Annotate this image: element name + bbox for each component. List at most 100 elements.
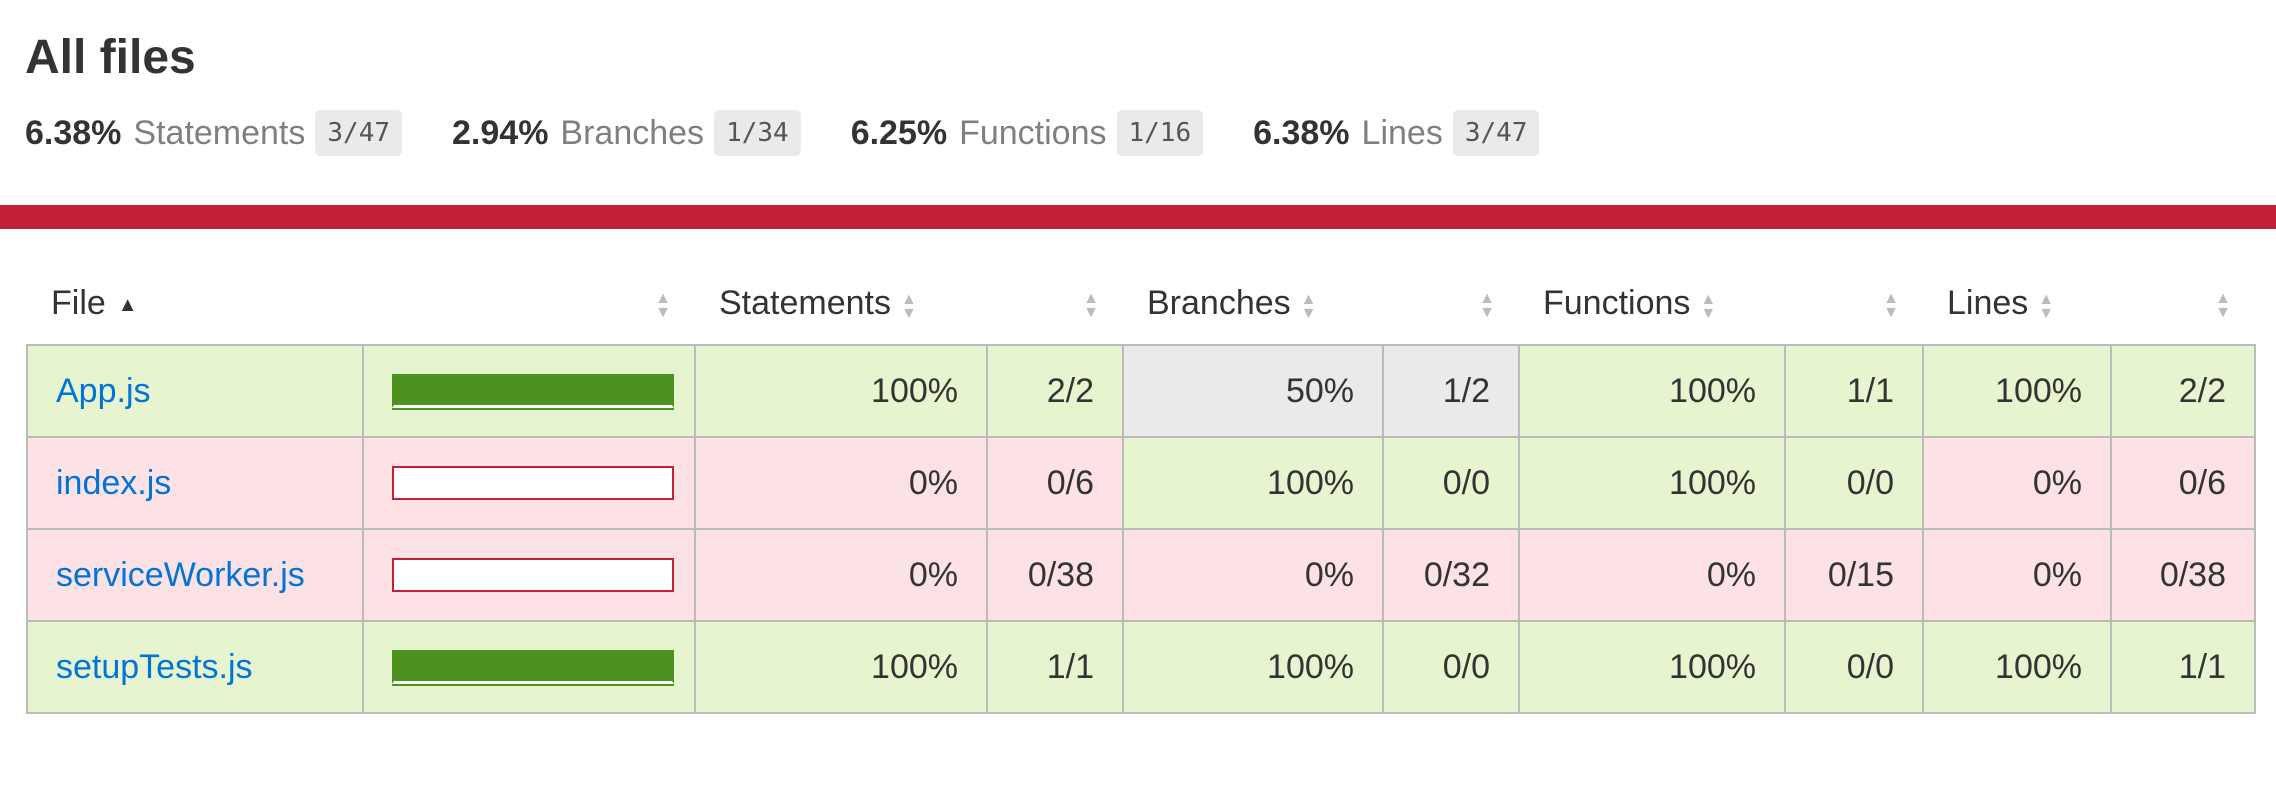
sort-icon: ▲ ▼ xyxy=(1700,291,1717,323)
file-cell: index.js xyxy=(26,436,364,530)
functions-fraction-cell: 0/0 xyxy=(1784,620,1924,714)
header-branches[interactable]: Branches ▲ ▼ xyxy=(1123,263,1383,345)
branches-fraction-cell: 1/2 xyxy=(1382,344,1520,438)
header-branches-fraction[interactable]: ▲ ▼ xyxy=(1383,263,1519,345)
coverage-bar-fill xyxy=(392,466,674,500)
functions-pct-cell: 100% xyxy=(1518,620,1786,714)
statements-pct-cell: 0% xyxy=(694,436,988,530)
lines-pct-cell: 100% xyxy=(1922,620,2112,714)
functions-pct-cell: 100% xyxy=(1518,436,1786,530)
statements-pct-cell: 0% xyxy=(694,528,988,622)
header-file-bar[interactable]: ▲ ▼ xyxy=(363,263,695,345)
statements-pct-cell: 100% xyxy=(694,620,988,714)
table-row: App.js 100% 2/2 50% 1/2 100% 1/1 100% 2/2 xyxy=(26,344,2256,438)
table-row: setupTests.js 100% 1/1 100% 0/0 100% 0/0 100% 1/… xyxy=(26,620,2256,714)
file-link[interactable]: App.js xyxy=(56,372,151,410)
functions-fraction-cell: 0/15 xyxy=(1784,528,1924,622)
summary-label: Statements xyxy=(133,113,306,152)
header-label: Lines xyxy=(1947,284,2029,322)
lines-fraction-cell: 2/2 xyxy=(2110,344,2256,438)
file-cell: App.js xyxy=(26,344,364,438)
sort-icon: ▲ ▼ xyxy=(1883,289,1899,321)
summary-pct: 6.25% xyxy=(850,113,948,152)
lines-fraction-cell: 0/38 xyxy=(2110,528,2256,622)
summary-fraction: 3/47 xyxy=(1452,110,1540,156)
statements-fraction-cell: 0/6 xyxy=(986,436,1124,530)
sort-icon: ▲ ▼ xyxy=(1300,291,1317,323)
summary-fraction: 3/47 xyxy=(315,110,403,156)
sort-icon: ▲ ▼ xyxy=(2038,291,2055,323)
header-functions[interactable]: Functions ▲ ▼ xyxy=(1519,263,1785,345)
coverage-table: File ▲ ▲ ▼ Statements ▲ ▼ ▲ ▼ Branches ▲ ▼ ▲ ▼ F… xyxy=(26,263,2256,714)
coverage-summary: 6.38% Statements 3/47 2.94% Branches 1/3… xyxy=(25,108,1589,158)
header-label: Branches xyxy=(1147,284,1291,322)
file-link[interactable]: setupTests.js xyxy=(56,648,253,686)
lines-fraction-cell: 1/1 xyxy=(2110,620,2256,714)
header-lines-fraction[interactable]: ▲ ▼ xyxy=(2111,263,2255,345)
coverage-bar-cell xyxy=(362,528,696,622)
branches-pct-cell: 0% xyxy=(1122,528,1384,622)
summary-label: Lines xyxy=(1361,113,1443,152)
functions-pct-cell: 0% xyxy=(1518,528,1786,622)
branches-fraction-cell: 0/32 xyxy=(1382,528,1520,622)
sort-ascending-icon: ▲ xyxy=(117,293,138,316)
coverage-bar xyxy=(392,374,674,408)
summary-label: Branches xyxy=(560,113,705,152)
sort-icon: ▲ ▼ xyxy=(900,291,917,323)
file-cell: serviceWorker.js xyxy=(26,528,364,622)
statements-fraction-cell: 1/1 xyxy=(986,620,1124,714)
summary-fraction: 1/34 xyxy=(714,110,801,156)
sort-icon: ▲ ▼ xyxy=(1083,289,1099,321)
summary-pct: 2.94% xyxy=(452,113,549,152)
functions-fraction-cell: 0/0 xyxy=(1784,436,1924,530)
branches-pct-cell: 50% xyxy=(1122,344,1384,438)
summary-pct: 6.38% xyxy=(1253,113,1350,152)
header-statements[interactable]: Statements ▲ ▼ xyxy=(695,263,987,345)
lines-pct-cell: 0% xyxy=(1922,528,2112,622)
coverage-bar xyxy=(392,650,674,684)
coverage-bar-fill xyxy=(392,558,674,592)
header-statements-fraction[interactable]: ▲ ▼ xyxy=(987,263,1123,345)
summary-lines: 6.38% Lines 3/47 xyxy=(1253,110,1540,156)
summary-branches: 2.94% Branches 1/34 xyxy=(452,110,801,156)
summary-fraction: 1/16 xyxy=(1116,110,1204,156)
functions-fraction-cell: 1/1 xyxy=(1784,344,1924,438)
header-label: File xyxy=(51,284,106,322)
summary-label: Functions xyxy=(959,113,1107,152)
branches-fraction-cell: 0/0 xyxy=(1382,620,1520,714)
coverage-bar xyxy=(392,466,674,500)
header-label: Functions xyxy=(1543,284,1691,322)
branches-pct-cell: 100% xyxy=(1122,436,1384,530)
branches-fraction-cell: 0/0 xyxy=(1382,436,1520,530)
coverage-bar-cell xyxy=(362,344,696,438)
coverage-bar-fill xyxy=(392,374,674,408)
summary-pct: 6.38% xyxy=(25,113,122,152)
statements-fraction-cell: 0/38 xyxy=(986,528,1124,622)
sort-icon: ▲ ▼ xyxy=(2215,289,2231,321)
page-title: All files xyxy=(25,31,196,84)
coverage-bar xyxy=(392,558,674,592)
summary-statements: 6.38% Statements 3/47 xyxy=(25,110,403,156)
file-link[interactable]: serviceWorker.js xyxy=(56,556,305,594)
header-file[interactable]: File ▲ xyxy=(27,263,363,345)
coverage-bar-fill xyxy=(392,650,674,684)
header: All files xyxy=(25,28,196,88)
coverage-bar-cell xyxy=(362,436,696,530)
file-cell: setupTests.js xyxy=(26,620,364,714)
header-lines[interactable]: Lines ▲ ▼ xyxy=(1923,263,2111,345)
sort-icon: ▲ ▼ xyxy=(1479,289,1495,321)
file-link[interactable]: index.js xyxy=(56,464,171,502)
header-label: Statements xyxy=(719,284,891,322)
functions-pct-cell: 100% xyxy=(1518,344,1786,438)
table-row: index.js 0% 0/6 100% 0/0 100% 0/0 0% 0/6 xyxy=(26,436,2256,530)
lines-pct-cell: 100% xyxy=(1922,344,2112,438)
coverage-bar-cell xyxy=(362,620,696,714)
lines-fraction-cell: 0/6 xyxy=(2110,436,2256,530)
header-functions-fraction[interactable]: ▲ ▼ xyxy=(1785,263,1923,345)
table-header-row: File ▲ ▲ ▼ Statements ▲ ▼ ▲ ▼ Branches ▲ ▼ ▲ ▼ F… xyxy=(27,263,2255,345)
lines-pct-cell: 0% xyxy=(1922,436,2112,530)
branches-pct-cell: 100% xyxy=(1122,620,1384,714)
summary-functions: 6.25% Functions 1/16 xyxy=(850,110,1204,156)
sort-icon: ▲ ▼ xyxy=(655,289,671,321)
statements-fraction-cell: 2/2 xyxy=(986,344,1124,438)
